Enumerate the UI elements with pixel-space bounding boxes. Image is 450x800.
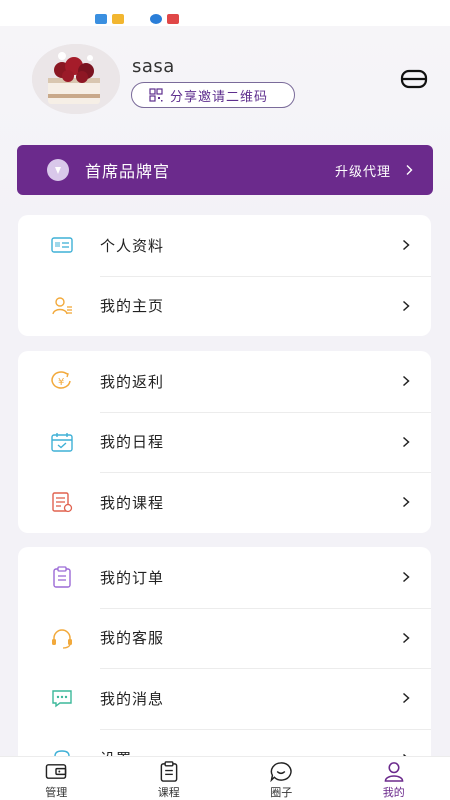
crown-icon [47, 159, 69, 181]
order-clipboard-icon [53, 566, 71, 588]
svg-text:¥: ¥ [58, 377, 64, 388]
menu-item-label: 我的消息 [100, 689, 165, 708]
id-card-icon [51, 237, 73, 253]
menu-item-label: 我的课程 [100, 493, 165, 512]
username: sasa [132, 56, 175, 77]
menu-item-settings[interactable]: 设置 [18, 728, 431, 756]
chevron-right-icon [402, 632, 410, 643]
cake-photo-avatar [32, 44, 120, 114]
avatar[interactable] [32, 44, 120, 114]
chevron-right-icon [402, 693, 410, 704]
chevron-right-icon [402, 572, 410, 583]
tab-label: 圈子 [270, 786, 293, 799]
tab-label: 课程 [157, 786, 180, 799]
notify-app-icon [112, 14, 124, 24]
menu-item-my-course[interactable]: 我的课程 [18, 472, 431, 533]
menu-item-label: 设置 [100, 748, 132, 756]
menu-item-label: 我的客服 [100, 629, 165, 648]
bottom-tab-bar: 管理 课程 圈子 我的 [0, 756, 450, 800]
switch-card-icon[interactable] [400, 69, 428, 89]
notify-app-icon [167, 14, 179, 24]
menu-item-my-schedule[interactable]: 我的日程 [18, 411, 431, 473]
invite-qrcode-button[interactable]: 分享邀请二维码 [131, 82, 295, 108]
menu-item-my-rebate[interactable]: ¥ 我的返利 [18, 351, 431, 412]
message-icon [52, 690, 72, 708]
menu-item-label: 我的返利 [100, 372, 165, 391]
menu-item-my-homepage[interactable]: 我的主页 [18, 275, 431, 337]
chevron-right-icon [402, 240, 410, 251]
notify-app-icon [95, 14, 107, 24]
course-doc-icon [52, 492, 73, 513]
menu-item-label: 我的主页 [100, 297, 165, 316]
status-notification-icons [95, 14, 124, 26]
invite-button-label: 分享邀请二维码 [170, 89, 269, 105]
settings-icon [54, 750, 70, 756]
calendar-icon [51, 432, 73, 452]
brand-level-banner[interactable]: 首席品牌官 升级代理 [17, 145, 433, 195]
chat-smile-icon [270, 762, 292, 782]
brand-level-title: 首席品牌官 [85, 162, 171, 181]
menu-item-my-messages[interactable]: 我的消息 [18, 668, 431, 729]
status-notification-icons-2 [150, 14, 179, 26]
tab-course[interactable]: 课程 [113, 757, 226, 800]
profile-header: sasa 分享邀请二维码 [32, 44, 432, 116]
tab-manage[interactable]: 管理 [0, 757, 113, 800]
profile-page: sasa 分享邀请二维码 首席品牌官 升级代理 个人资料 我的主页 ¥ 我的返利… [0, 26, 450, 756]
menu-group-1: 个人资料 我的主页 [18, 215, 431, 336]
notify-app-icon [150, 14, 162, 24]
clipboard-icon [160, 761, 178, 782]
tab-label: 我的 [382, 786, 405, 799]
yen-rebate-icon: ¥ [51, 371, 71, 389]
menu-item-customer-service[interactable]: 我的客服 [18, 607, 431, 669]
menu-group-3: 我的订单 我的客服 我的消息 [18, 547, 431, 756]
upgrade-agent-label: 升级代理 [334, 164, 391, 180]
menu-item-label: 我的日程 [100, 433, 165, 452]
menu-group-2: ¥ 我的返利 我的日程 我的课程 [18, 351, 431, 533]
tab-label: 管理 [45, 786, 68, 799]
tab-circle[interactable]: 圈子 [225, 757, 338, 800]
headset-icon [52, 629, 72, 649]
upgrade-agent-link[interactable]: 升级代理 [335, 161, 415, 180]
user-list-icon [52, 297, 72, 315]
wallet-icon [45, 764, 67, 779]
menu-item-my-orders[interactable]: 我的订单 [18, 547, 431, 608]
menu-item-label: 个人资料 [100, 236, 165, 255]
status-bar [0, 0, 450, 26]
menu-item-label: 我的订单 [100, 568, 165, 587]
chevron-right-icon [402, 436, 410, 447]
qrcode-icon [149, 88, 163, 102]
chevron-right-icon [402, 497, 410, 508]
menu-item-profile-info[interactable]: 个人资料 [18, 215, 431, 276]
tab-mine[interactable]: 我的 [338, 757, 450, 800]
chevron-right-icon [402, 300, 410, 311]
profile-icon [384, 762, 404, 782]
chevron-right-icon [406, 165, 413, 175]
chevron-right-icon [402, 376, 410, 387]
